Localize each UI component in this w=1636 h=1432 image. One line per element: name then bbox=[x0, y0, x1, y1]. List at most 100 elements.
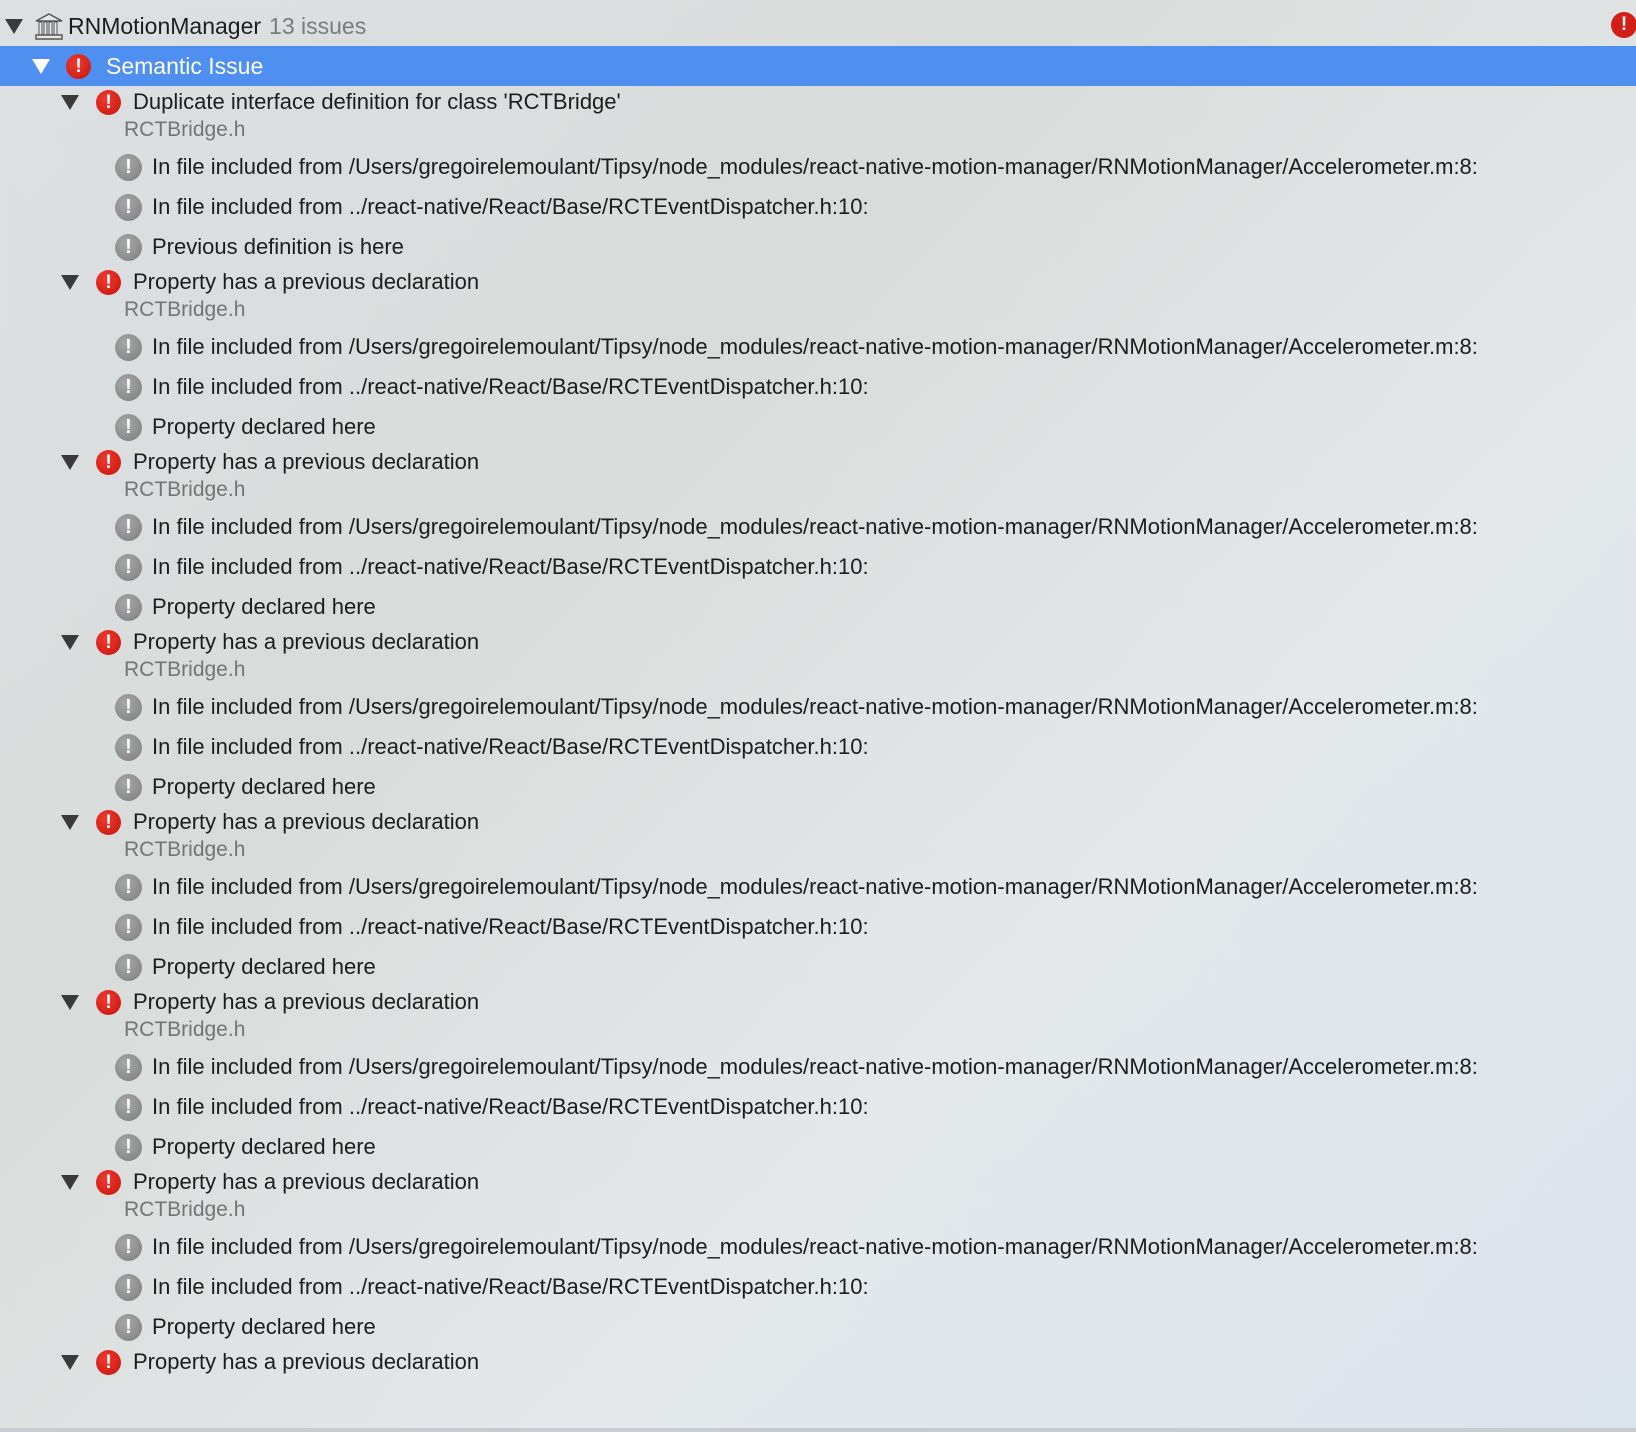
note-icon: ! bbox=[115, 1093, 142, 1121]
note-row[interactable]: ! In file included from /Users/gregoirele… bbox=[0, 510, 1636, 544]
disclosure-triangle-icon[interactable] bbox=[5, 18, 23, 34]
note-icon: ! bbox=[115, 333, 142, 361]
issue-file: RCTBridge.h bbox=[124, 1018, 246, 1041]
note-row[interactable]: ! Property declared here bbox=[0, 1310, 1636, 1344]
note-icon: ! bbox=[115, 1313, 142, 1341]
disclosure-triangle-icon[interactable] bbox=[61, 94, 79, 110]
issue-row[interactable]: ! Property has a previous declaration bbox=[0, 1346, 1636, 1378]
disclosure-triangle-icon[interactable] bbox=[61, 634, 79, 650]
note-row[interactable]: ! In file included from ../react-native/R… bbox=[0, 550, 1636, 584]
note-text: In file included from ../react-native/Re… bbox=[152, 734, 869, 759]
issue-file: RCTBridge.h bbox=[124, 298, 246, 321]
disclosure-triangle-icon[interactable] bbox=[61, 454, 79, 470]
note-icon: ! bbox=[115, 233, 142, 261]
note-text: In file included from /Users/gregoirelem… bbox=[152, 694, 1478, 719]
group-row-semantic-issue[interactable]: ! Semantic Issue bbox=[0, 46, 1636, 86]
issue-row[interactable]: ! Duplicate interface definition for clas… bbox=[0, 86, 1636, 118]
building-icon bbox=[35, 13, 63, 40]
note-row[interactable]: ! In file included from /Users/gregoirele… bbox=[0, 330, 1636, 364]
disclosure-triangle-icon[interactable] bbox=[32, 58, 50, 74]
project-row[interactable]: RNMotionManager 13 issues bbox=[0, 6, 1636, 46]
issue-row[interactable]: ! Property has a previous declaration bbox=[0, 806, 1636, 838]
note-icon: ! bbox=[115, 153, 142, 181]
note-row[interactable]: ! Property declared here bbox=[0, 590, 1636, 624]
note-row[interactable]: ! In file included from ../react-native/R… bbox=[0, 370, 1636, 404]
note-text: In file included from ../react-native/Re… bbox=[152, 1274, 869, 1299]
disclosure-triangle-icon[interactable] bbox=[61, 994, 79, 1010]
issue-title: Duplicate interface definition for class… bbox=[133, 89, 621, 114]
error-icon: ! bbox=[96, 629, 121, 655]
error-icon: ! bbox=[66, 53, 91, 79]
error-icon: ! bbox=[96, 269, 121, 295]
note-row[interactable]: ! In file included from ../react-native/R… bbox=[0, 910, 1636, 944]
issue-title: Property has a previous declaration bbox=[133, 809, 480, 834]
project-name: RNMotionManager bbox=[68, 12, 262, 39]
note-text: Property declared here bbox=[152, 594, 376, 619]
note-text: Property declared here bbox=[152, 954, 376, 979]
issue-title: Property has a previous declaration bbox=[133, 989, 480, 1014]
note-icon: ! bbox=[115, 413, 142, 441]
note-row[interactable]: ! Previous definition is here bbox=[0, 230, 1636, 264]
note-row[interactable]: ! Property declared here bbox=[0, 410, 1636, 444]
issue-row[interactable]: ! Property has a previous declaration bbox=[0, 626, 1636, 658]
error-icon: ! bbox=[96, 1349, 121, 1375]
note-row[interactable]: ! In file included from /Users/gregoirele… bbox=[0, 690, 1636, 724]
issue-row[interactable]: ! Property has a previous declaration bbox=[0, 986, 1636, 1018]
note-row[interactable]: ! In file included from ../react-native/R… bbox=[0, 1270, 1636, 1304]
note-text: In file included from ../react-native/Re… bbox=[152, 194, 869, 219]
error-icon: ! bbox=[96, 809, 121, 835]
note-icon: ! bbox=[115, 733, 142, 761]
note-row[interactable]: ! In file included from /Users/gregoirele… bbox=[0, 1050, 1636, 1084]
issue-count: 13 issues bbox=[269, 12, 367, 39]
error-icon: ! bbox=[96, 89, 121, 115]
note-text: Property declared here bbox=[152, 1314, 376, 1339]
error-icon: ! bbox=[96, 989, 121, 1015]
issue-file: RCTBridge.h bbox=[124, 838, 246, 861]
note-icon: ! bbox=[115, 1053, 142, 1081]
note-icon: ! bbox=[115, 593, 142, 621]
disclosure-triangle-icon[interactable] bbox=[61, 814, 79, 830]
note-icon: ! bbox=[115, 1273, 142, 1301]
note-text: In file included from ../react-native/Re… bbox=[152, 374, 869, 399]
error-icon: ! bbox=[96, 449, 121, 475]
issue-title: Property has a previous declaration bbox=[133, 269, 480, 294]
note-row[interactable]: ! In file included from ../react-native/R… bbox=[0, 730, 1636, 764]
note-text: Previous definition is here bbox=[152, 234, 404, 259]
note-row[interactable]: ! Property declared here bbox=[0, 770, 1636, 804]
note-text: In file included from /Users/gregoirelem… bbox=[152, 334, 1478, 359]
note-text: In file included from ../react-native/Re… bbox=[152, 1094, 869, 1119]
error-badge: ! bbox=[1611, 12, 1636, 38]
issue-row[interactable]: ! Property has a previous declaration bbox=[0, 1166, 1636, 1198]
note-row[interactable]: ! In file included from ../react-native/R… bbox=[0, 190, 1636, 224]
disclosure-triangle-icon[interactable] bbox=[61, 1174, 79, 1190]
note-row[interactable]: ! In file included from ../react-native/R… bbox=[0, 1090, 1636, 1124]
note-text: In file included from ../react-native/Re… bbox=[152, 554, 869, 579]
group-label: Semantic Issue bbox=[106, 52, 264, 79]
issue-row[interactable]: ! Property has a previous declaration bbox=[0, 446, 1636, 478]
issue-file: RCTBridge.h bbox=[124, 1198, 246, 1221]
disclosure-triangle-icon[interactable] bbox=[61, 1354, 79, 1370]
issue-file: RCTBridge.h bbox=[124, 478, 246, 501]
issue-title: Property has a previous declaration bbox=[133, 1349, 480, 1374]
note-icon: ! bbox=[115, 773, 142, 801]
note-icon: ! bbox=[115, 953, 142, 981]
note-icon: ! bbox=[115, 693, 142, 721]
note-text: In file included from /Users/gregoirelem… bbox=[152, 154, 1478, 179]
note-row[interactable]: ! Property declared here bbox=[0, 1130, 1636, 1164]
note-icon: ! bbox=[115, 513, 142, 541]
note-row[interactable]: ! In file included from /Users/gregoirele… bbox=[0, 1230, 1636, 1264]
note-row[interactable]: ! Property declared here bbox=[0, 950, 1636, 984]
note-text: Property declared here bbox=[152, 774, 376, 799]
note-row[interactable]: ! In file included from /Users/gregoirele… bbox=[0, 870, 1636, 904]
note-text: In file included from /Users/gregoirelem… bbox=[152, 1234, 1478, 1259]
note-icon: ! bbox=[115, 873, 142, 901]
issue-file: RCTBridge.h bbox=[124, 118, 246, 141]
note-text: Property declared here bbox=[152, 1134, 376, 1159]
note-row[interactable]: ! In file included from /Users/gregoirele… bbox=[0, 150, 1636, 184]
note-icon: ! bbox=[115, 1233, 142, 1261]
issue-row[interactable]: ! Property has a previous declaration bbox=[0, 266, 1636, 298]
note-text: In file included from /Users/gregoirelem… bbox=[152, 874, 1478, 899]
divider bbox=[0, 1428, 1636, 1432]
disclosure-triangle-icon[interactable] bbox=[61, 274, 79, 290]
note-text: In file included from /Users/gregoirelem… bbox=[152, 1054, 1478, 1079]
